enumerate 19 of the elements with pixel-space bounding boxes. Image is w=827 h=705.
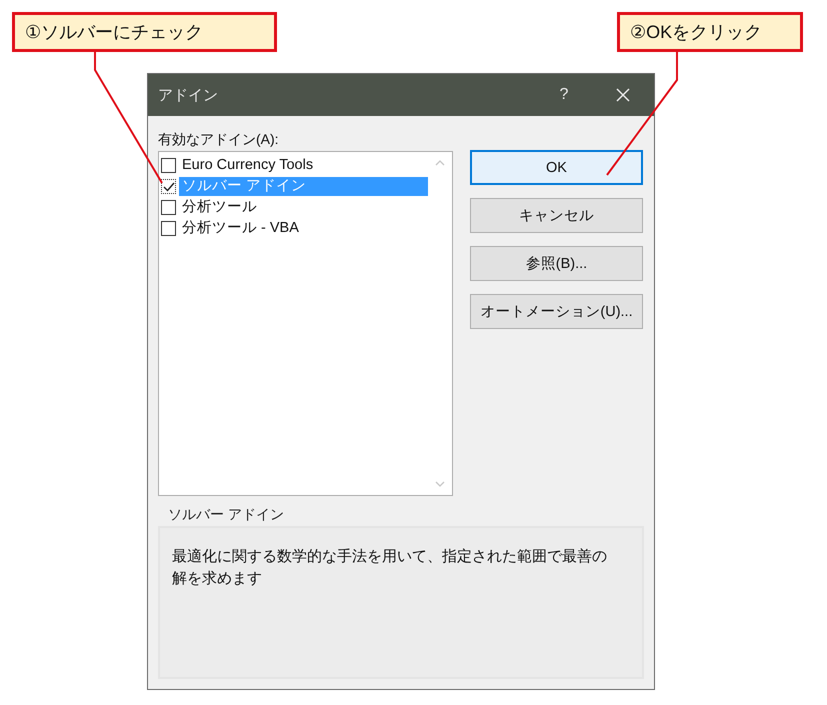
- close-icon[interactable]: [616, 88, 630, 102]
- checkbox[interactable]: [161, 221, 176, 236]
- window-title: アドイン: [157, 86, 219, 104]
- description-text: 最適化に関する数学的な手法を用いて、指定された範囲で最善の解を求めます: [172, 547, 608, 589]
- checkbox[interactable]: [161, 200, 176, 215]
- dialog-button[interactable]: OK: [470, 150, 643, 185]
- list-item[interactable]: Euro Currency Tools: [179, 156, 428, 175]
- dialog-button[interactable]: 参照(B)...: [470, 246, 643, 281]
- dialog-button[interactable]: オートメーション(U)...: [470, 294, 643, 329]
- list-item[interactable]: 分析ツール: [179, 198, 428, 217]
- callout-label: ①ソルバーにチェック: [12, 12, 277, 52]
- dialog-button[interactable]: キャンセル: [470, 198, 643, 233]
- group-title: ソルバー アドイン: [167, 506, 285, 524]
- list-item[interactable]: 分析ツール - VBA: [179, 219, 428, 238]
- checkbox[interactable]: [161, 179, 176, 194]
- checkbox[interactable]: [161, 158, 176, 173]
- help-button[interactable]: ?: [554, 86, 574, 104]
- list-label: 有効なアドイン(A):: [158, 130, 280, 149]
- callout-label: ②OKをクリック: [617, 12, 803, 52]
